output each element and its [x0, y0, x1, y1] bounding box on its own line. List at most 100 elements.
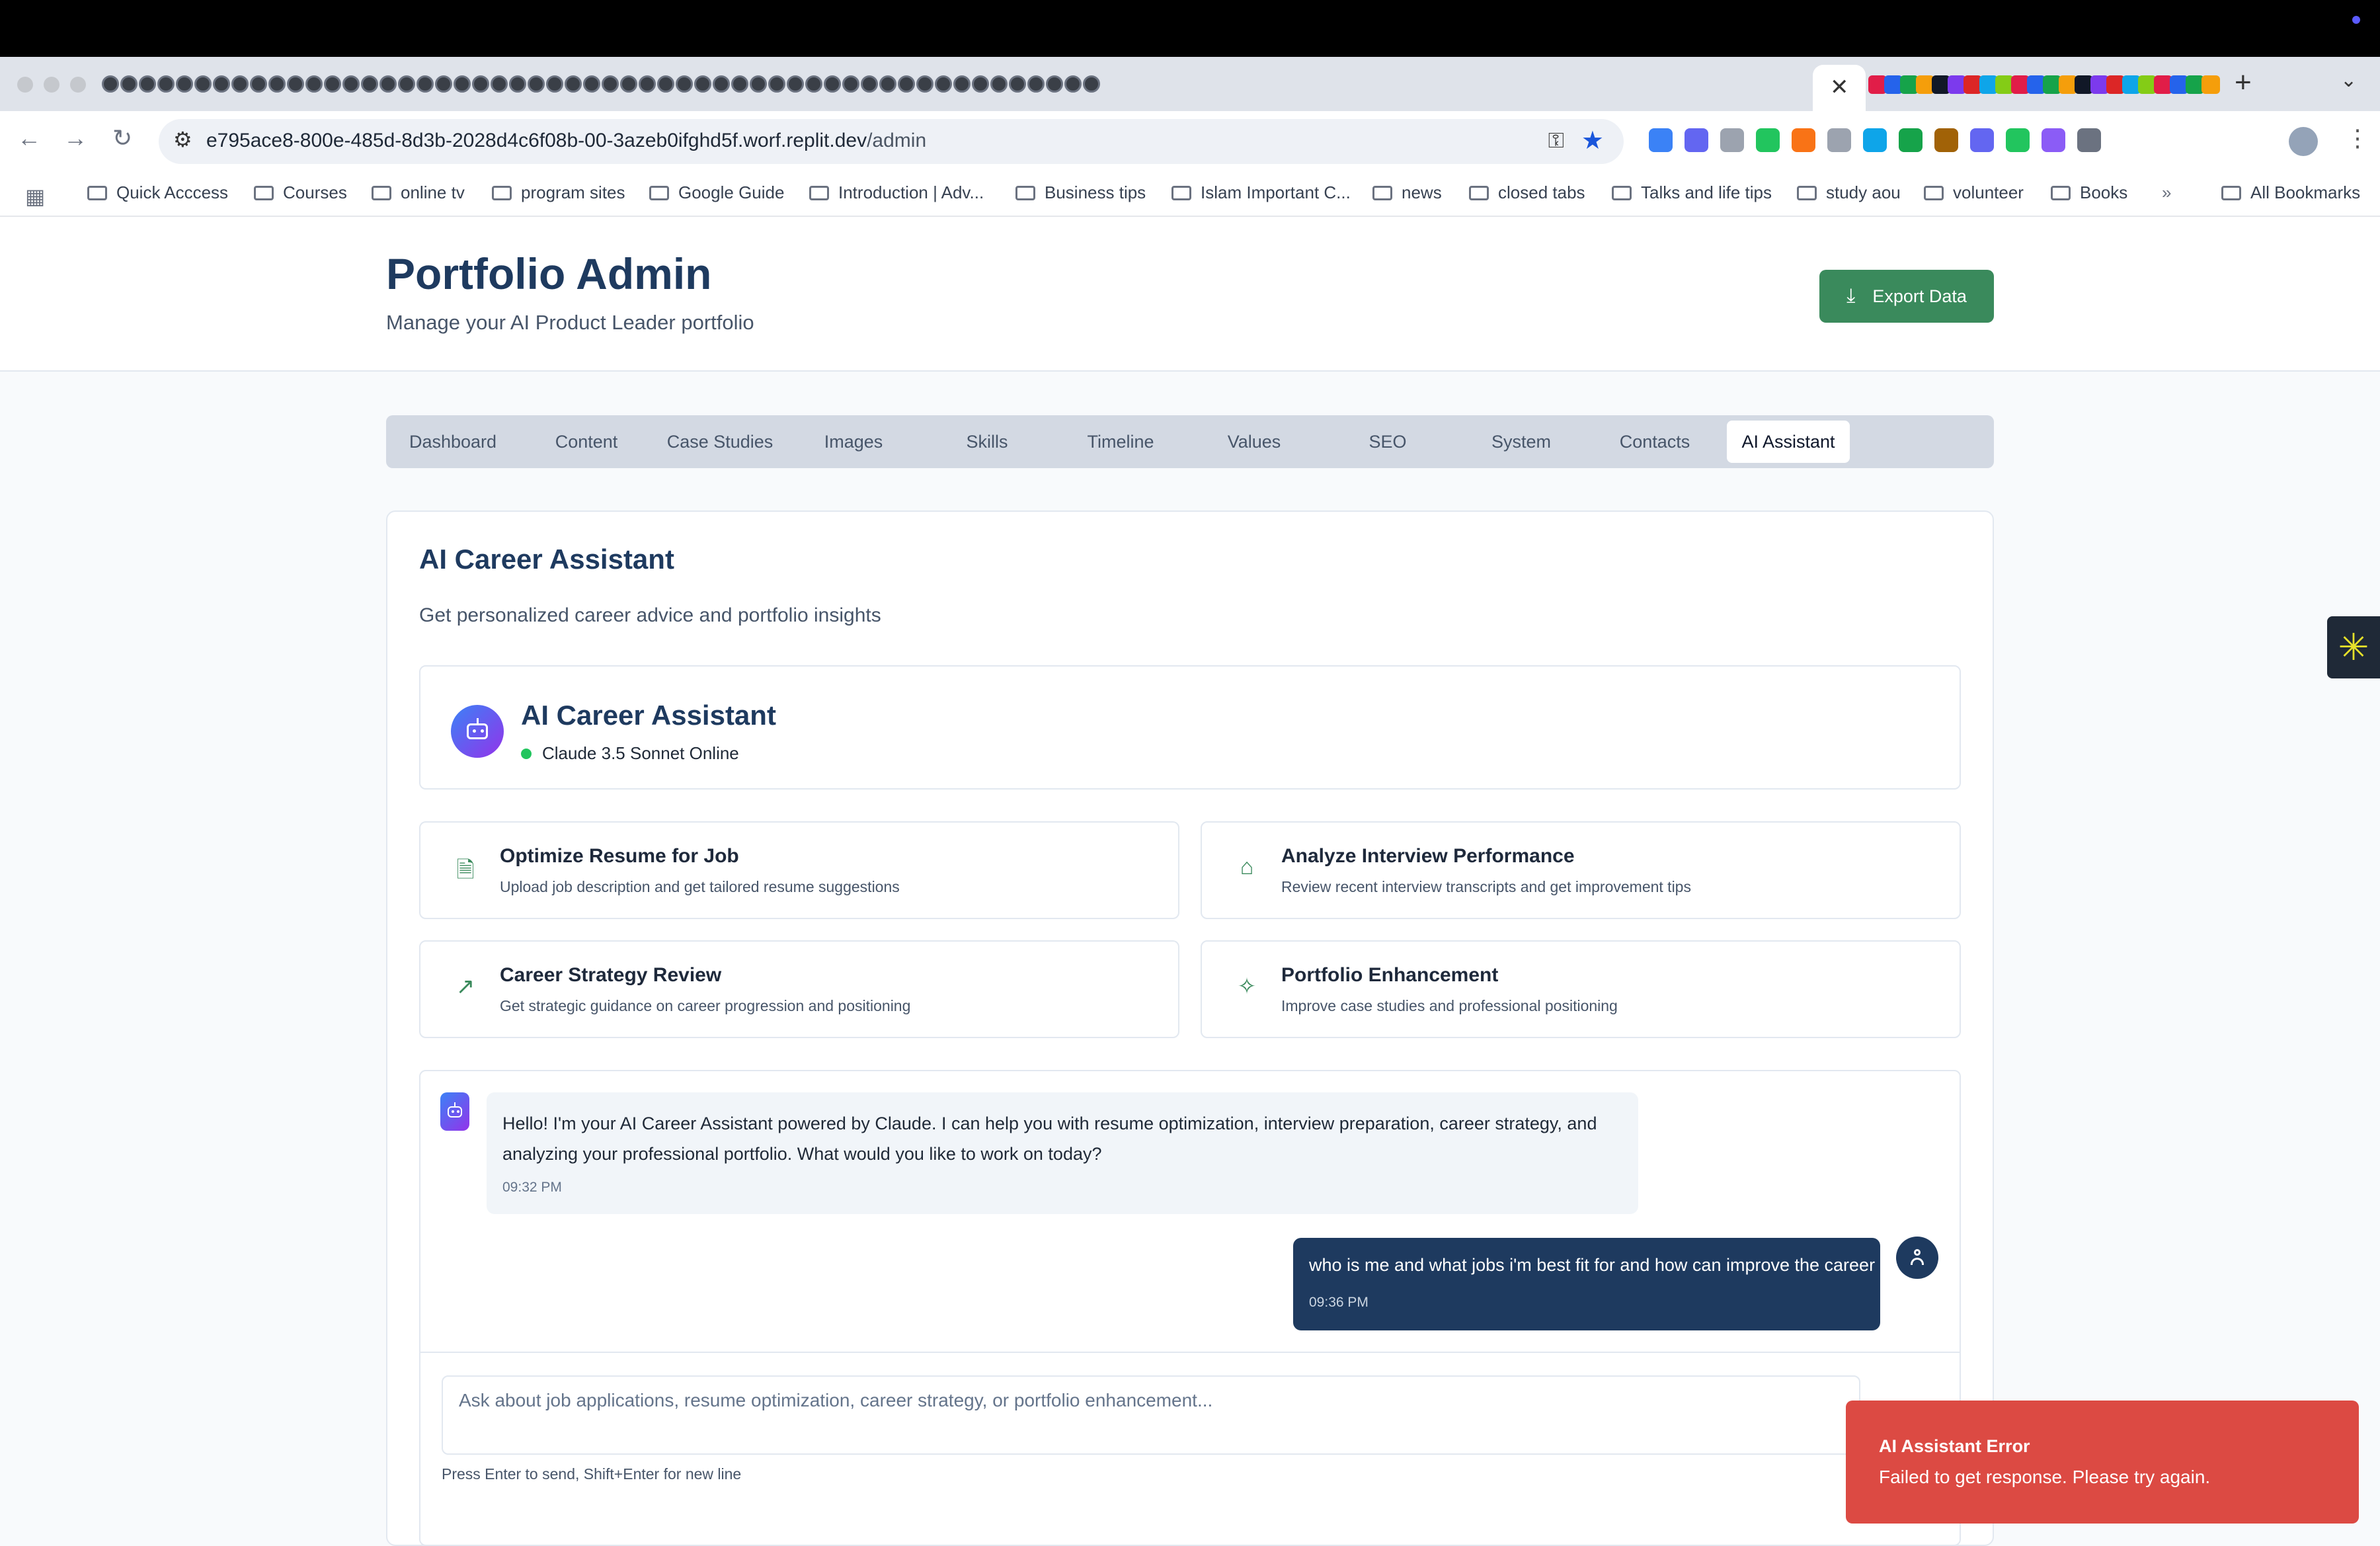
bookmark-item[interactable]: volunteer — [1924, 183, 2024, 203]
bookmark-item[interactable]: Business tips — [1015, 183, 1146, 203]
pinned-tab-icon[interactable] — [861, 75, 878, 93]
bookmark-item[interactable]: closed tabs — [1469, 183, 1585, 203]
pinned-tab-icon[interactable] — [935, 75, 952, 93]
pinned-tab-icon[interactable] — [602, 75, 619, 93]
pinned-tab-icon[interactable] — [676, 75, 693, 93]
apps-grid-icon[interactable]: ▦ — [25, 184, 45, 209]
forward-arrow-icon[interactable]: → — [63, 124, 87, 152]
pinned-tab-icon[interactable] — [1027, 75, 1045, 93]
pinned-tab-icon[interactable] — [361, 75, 378, 93]
pinned-tab-icon[interactable] — [268, 75, 286, 93]
extension-icon[interactable] — [1899, 128, 1923, 152]
window-zoom-icon[interactable] — [70, 77, 86, 93]
pinned-tab-icon[interactable] — [565, 75, 582, 93]
pinned-tab-icon[interactable] — [990, 75, 1008, 93]
pinned-tab-icon[interactable] — [750, 75, 767, 93]
pinned-tab-icon[interactable] — [805, 75, 822, 93]
tab-skills[interactable]: Skills — [926, 421, 1049, 463]
tab-seo[interactable]: SEO — [1326, 421, 1449, 463]
browser-tab-icon[interactable] — [2202, 75, 2220, 94]
extension-icon[interactable] — [1756, 128, 1780, 152]
pinned-tab-icon[interactable] — [342, 75, 360, 93]
pinned-tab-icon[interactable] — [139, 75, 156, 93]
pinned-tab-icon[interactable] — [898, 75, 915, 93]
close-tab-icon[interactable]: ✕ — [1830, 74, 1849, 101]
new-tab-icon[interactable]: + — [2235, 66, 2252, 99]
extension-icon[interactable] — [2006, 128, 2030, 152]
pinned-tab-icon[interactable] — [491, 75, 508, 93]
bookmark-item[interactable]: news — [1372, 183, 1442, 203]
pinned-tab-icon[interactable] — [379, 75, 397, 93]
bookmark-item[interactable]: Google Guide — [649, 183, 784, 203]
export-data-button[interactable]: ⤓ Export Data — [1819, 270, 1994, 323]
pinned-tab-icon[interactable] — [694, 75, 711, 93]
url-text[interactable]: e795ace8-800e-485d-8d3b-2028d4c6f08b-00-… — [206, 130, 926, 152]
extension-icon[interactable] — [2042, 128, 2065, 152]
bookmark-item[interactable]: Courses — [254, 183, 347, 203]
pinned-tab-icon[interactable] — [842, 75, 859, 93]
password-key-icon[interactable]: ⚿ — [1548, 128, 1564, 153]
address-bar[interactable]: ⚙ e795ace8-800e-485d-8d3b-2028d4c6f08b-0… — [159, 119, 1624, 164]
pinned-tab-icon[interactable] — [657, 75, 674, 93]
window-close-icon[interactable] — [17, 77, 33, 93]
pinned-tab-icon[interactable] — [509, 75, 526, 93]
pinned-tab-icon[interactable] — [639, 75, 656, 93]
pinned-tab-icon[interactable] — [287, 75, 304, 93]
pinned-tab-icon[interactable] — [472, 75, 489, 93]
pinned-tab-icon[interactable] — [213, 75, 230, 93]
browser-menu-icon[interactable]: ⋮ — [2346, 124, 2369, 152]
pinned-tab-icon[interactable] — [953, 75, 971, 93]
pinned-tab-icon[interactable] — [398, 75, 415, 93]
pinned-tab-icon[interactable] — [620, 75, 637, 93]
extension-icon[interactable] — [2077, 128, 2101, 152]
bookmark-item[interactable]: Introduction | Adv... — [809, 183, 984, 203]
pinned-tab-icon[interactable] — [731, 75, 748, 93]
pinned-tab-icon[interactable] — [231, 75, 249, 93]
tab-dashboard[interactable]: Dashboard — [391, 421, 514, 463]
pinned-tab-icon[interactable] — [194, 75, 212, 93]
bookmark-item[interactable]: Islam Important C... — [1171, 183, 1351, 203]
bookmark-item[interactable]: study aou — [1797, 183, 1901, 203]
error-toast[interactable] — [1846, 1401, 2359, 1524]
bookmark-item[interactable]: Books — [2051, 183, 2127, 203]
pinned-tab-icon[interactable] — [435, 75, 452, 93]
pinned-tab-icon[interactable] — [1009, 75, 1026, 93]
tab-images[interactable]: Images — [792, 421, 915, 463]
reload-icon[interactable]: ↻ — [112, 124, 132, 152]
pinned-tab-icon[interactable] — [916, 75, 933, 93]
pinned-tab-icon[interactable] — [102, 75, 119, 93]
extension-icon[interactable] — [1970, 128, 1994, 152]
pinned-tab-icon[interactable] — [176, 75, 193, 93]
pinned-tab-icon[interactable] — [713, 75, 730, 93]
quick-action-card[interactable]: 🗎 Optimize Resume for Job Upload job descr… — [419, 821, 1179, 919]
extension-icon[interactable] — [1720, 128, 1744, 152]
pinned-tab-icon[interactable] — [787, 75, 804, 93]
side-widget-button[interactable]: ✳ — [2327, 616, 2380, 678]
pinned-tab-icon[interactable] — [1046, 75, 1063, 93]
back-arrow-icon[interactable]: ← — [17, 124, 41, 152]
pinned-tab-icon[interactable] — [824, 75, 841, 93]
bookmark-item[interactable]: Quick Acccess — [87, 183, 228, 203]
pinned-tab-icon[interactable] — [879, 75, 896, 93]
quick-action-card[interactable]: ✧ Portfolio Enhancement Improve case studi… — [1201, 940, 1961, 1038]
chat-input[interactable] — [442, 1375, 1860, 1455]
pinned-tab-icon[interactable] — [157, 75, 175, 93]
pinned-tab-icon[interactable] — [546, 75, 563, 93]
extension-icon[interactable] — [1827, 128, 1851, 152]
pinned-tab-icon[interactable] — [972, 75, 989, 93]
pinned-tab-icon[interactable] — [528, 75, 545, 93]
pinned-tab-icon[interactable] — [324, 75, 341, 93]
tab-case-studies[interactable]: Case Studies — [658, 421, 781, 463]
bookmark-item[interactable]: online tv — [372, 183, 465, 203]
pinned-tab-icon[interactable] — [250, 75, 267, 93]
pinned-tab-icon[interactable] — [305, 75, 323, 93]
pinned-tab-icon[interactable] — [416, 75, 434, 93]
pinned-tab-icon[interactable] — [768, 75, 785, 93]
bookmark-item[interactable]: Talks and life tips — [1612, 183, 1772, 203]
bookmark-item[interactable]: program sites — [492, 183, 625, 203]
tab-ai-assistant[interactable]: AI Assistant — [1727, 421, 1850, 463]
pinned-tab-icon[interactable] — [120, 75, 138, 93]
pinned-tab-icon[interactable] — [1083, 75, 1100, 93]
tab-search-chevron-icon[interactable]: ⌄ — [2340, 69, 2357, 92]
tab-timeline[interactable]: Timeline — [1059, 421, 1182, 463]
